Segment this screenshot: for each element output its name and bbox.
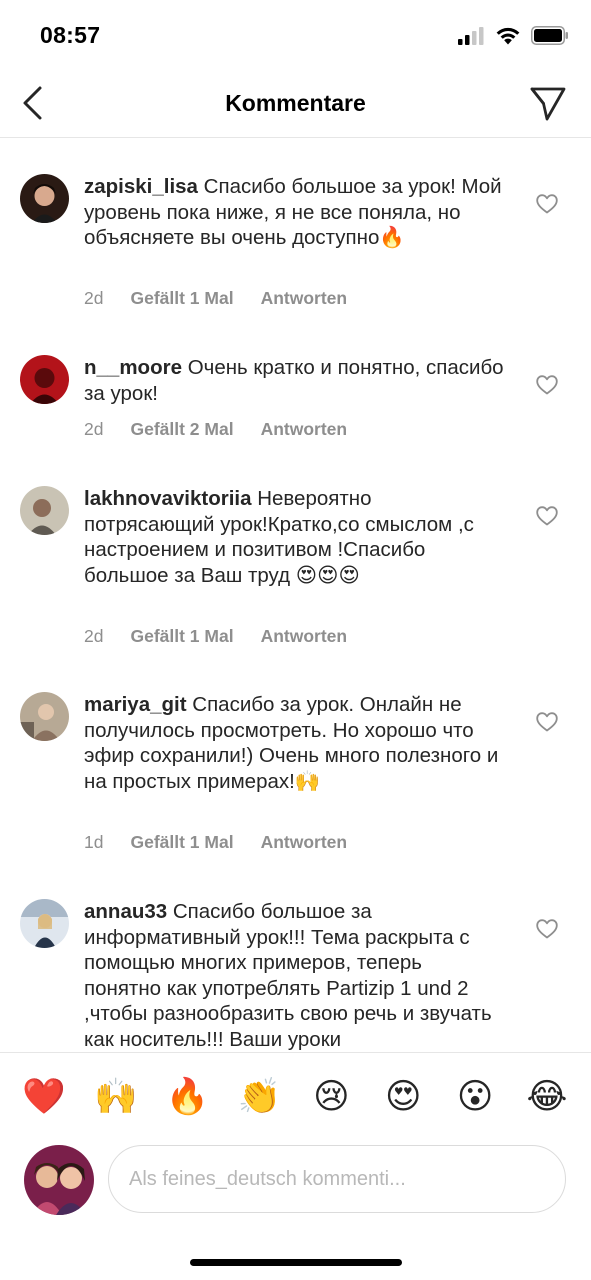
comments-list[interactable]: zapiski_lisa Спасибо большое за урок! Мо… — [0, 140, 591, 1052]
emoji-surprised-button[interactable]: 😮 — [453, 1077, 497, 1117]
reply-button[interactable]: Antworten — [261, 419, 348, 440]
heart-outline-icon[interactable] — [536, 919, 558, 939]
comment-meta: 2d Gefällt 2 Mal Antworten — [84, 419, 347, 440]
comment-username[interactable]: n__moore — [84, 356, 182, 379]
heart-outline-icon[interactable] — [536, 712, 558, 732]
likes-count-link[interactable]: Gefällt 1 Mal — [130, 288, 233, 309]
heart-outline-icon[interactable] — [536, 375, 558, 395]
avatar[interactable] — [20, 692, 69, 741]
reply-button[interactable]: Antworten — [261, 626, 348, 647]
comment-composer — [0, 1140, 591, 1220]
status-bar: 08:57 — [0, 0, 591, 70]
emoji-heart-eyes-button[interactable]: 😍 — [381, 1077, 425, 1117]
paper-plane-icon[interactable] — [529, 86, 567, 122]
comment-input[interactable] — [108, 1145, 566, 1213]
likes-count-link[interactable]: Gefällt 1 Mal — [130, 832, 233, 853]
comment-username[interactable]: zapiski_lisa — [84, 175, 198, 198]
emoji-crying-button[interactable]: 😢 — [309, 1077, 353, 1117]
avatar[interactable] — [20, 486, 69, 535]
likes-count-link[interactable]: Gefällt 2 Mal — [130, 419, 233, 440]
comment-username[interactable]: mariya_git — [84, 693, 187, 716]
heart-outline-icon[interactable] — [536, 194, 558, 214]
avatar[interactable] — [20, 355, 69, 404]
emoji-heart-button[interactable]: ❤️ — [22, 1077, 66, 1117]
home-indicator — [190, 1259, 402, 1266]
current-user-avatar[interactable] — [24, 1145, 94, 1215]
nav-bar: Kommentare — [0, 70, 591, 138]
emoji-raised-hands-button[interactable]: 🙌 — [94, 1077, 138, 1117]
page-title: Kommentare — [225, 90, 366, 116]
status-time: 08:57 — [40, 22, 101, 48]
emoji-quick-bar: ❤️ 🙌 🔥 👏 😢 😍 😮 😂 — [0, 1052, 591, 1140]
comment-text: n__moore Очень кратко и понятно, спасибо… — [84, 355, 504, 406]
reply-button[interactable]: Antworten — [261, 832, 348, 853]
comment-meta: 2d Gefällt 1 Mal Antworten — [84, 288, 347, 309]
comment-age: 2d — [84, 288, 104, 308]
comment-text: annau33 Спасибо большое за информативный… — [84, 899, 504, 1052]
comment-meta: 1d Gefällt 1 Mal Antworten — [84, 832, 347, 853]
comment-age: 1d — [84, 832, 104, 852]
comment-text: zapiski_lisa Спасибо большое за урок! Мо… — [84, 174, 504, 251]
comment-text: mariya_git Спасибо за урок. Онлайн не по… — [84, 692, 504, 794]
heart-outline-icon[interactable] — [536, 506, 558, 526]
comment-age: 2d — [84, 419, 104, 439]
status-icons — [458, 26, 569, 45]
comment-username[interactable]: annau33 — [84, 900, 167, 923]
emoji-clapping-button[interactable]: 👏 — [238, 1077, 282, 1117]
comment-text: lakhnovaviktoriia Невероятно потрясающий… — [84, 486, 504, 588]
reply-button[interactable]: Antworten — [261, 288, 348, 309]
emoji-laughing-button[interactable]: 😂 — [525, 1077, 569, 1117]
likes-count-link[interactable]: Gefällt 1 Mal — [130, 626, 233, 647]
cellular-signal-icon — [458, 26, 484, 45]
battery-icon — [531, 26, 568, 45]
avatar[interactable] — [20, 174, 69, 223]
comment-meta: 2d Gefällt 1 Mal Antworten — [84, 626, 347, 647]
comment-age: 2d — [84, 626, 104, 646]
avatar[interactable] — [20, 899, 69, 948]
comment-username[interactable]: lakhnovaviktoriia — [84, 487, 251, 510]
emoji-fire-button[interactable]: 🔥 — [166, 1077, 210, 1117]
wifi-icon — [496, 27, 520, 45]
